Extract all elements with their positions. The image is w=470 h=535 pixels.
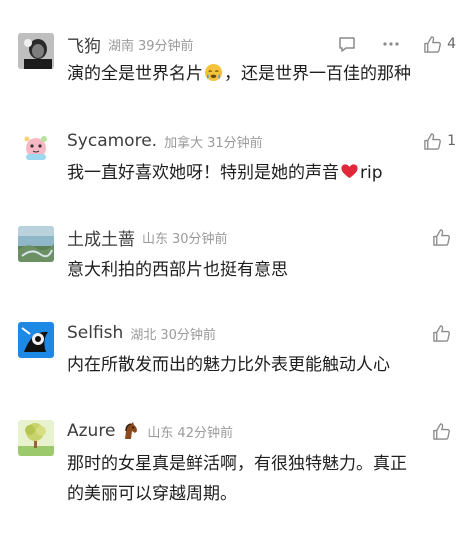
user-region: 湖南 <box>108 38 135 54</box>
thumbs-up-icon <box>433 422 450 440</box>
user-region: 湖北 <box>130 327 157 343</box>
user-name[interactable]: Azure <box>67 421 115 441</box>
speech-bubble-icon <box>339 37 355 52</box>
comment-time: 42分钟前 <box>177 425 233 441</box>
thumbs-up-icon <box>433 324 450 342</box>
comment-text-line: 那时的女星真是鲜活啊，有很独特魅力。真正 <box>67 454 407 474</box>
thumbs-up-icon <box>433 228 450 246</box>
like-count: 1 <box>447 133 456 149</box>
comment-text: 那时的女星真是鲜活啊，有很独特魅力。真正 的美丽可以穿越周期。 <box>67 449 457 509</box>
user-region: 山东 <box>142 231 169 247</box>
like-button[interactable] <box>432 324 456 343</box>
like-count: 4 <box>447 36 456 52</box>
user-region: 加拿大 <box>164 135 204 151</box>
crying-face-icon <box>204 63 223 82</box>
comment-text-part: 我一直好喜欢她呀！特别是她的声音 <box>67 163 339 183</box>
horse-icon <box>125 422 138 439</box>
comment-actions <box>432 420 456 442</box>
comment-time: 39分钟前 <box>138 38 194 54</box>
comment-actions: 4 <box>337 33 456 55</box>
like-button[interactable]: 1 <box>423 132 456 151</box>
ellipsis-icon <box>383 42 399 46</box>
comment-time: 30分钟前 <box>160 327 216 343</box>
comment-list: 飞狗 湖南 39分钟前 4 演的全是世界名片 ，还是世界一百佳的那种 Sycam… <box>0 0 470 535</box>
thumbs-up-icon <box>424 132 442 150</box>
user-name[interactable]: 飞狗 <box>67 32 101 57</box>
avatar[interactable] <box>18 420 54 456</box>
user-region: 山东 <box>147 425 174 441</box>
avatar[interactable] <box>18 226 54 262</box>
comment-text-part: 演的全是世界名片 <box>67 64 203 84</box>
comment-text-part: ，还是世界一百佳的那种 <box>224 64 411 84</box>
like-button[interactable] <box>432 422 456 441</box>
comment-actions: 1 <box>423 130 456 152</box>
user-name[interactable]: Sycamore. <box>67 131 157 151</box>
comment-time: 30分钟前 <box>172 231 228 247</box>
avatar[interactable] <box>18 33 54 69</box>
more-button[interactable] <box>381 34 401 54</box>
comment-time: 31分钟前 <box>207 135 263 151</box>
like-button[interactable]: 4 <box>423 35 456 54</box>
comment-text: 内在所散发而出的魅力比外表更能触动人心 <box>67 355 390 375</box>
comment-text-part: rip <box>360 163 383 183</box>
user-name[interactable]: Selfish <box>67 323 123 343</box>
thumbs-up-icon <box>424 35 442 53</box>
avatar[interactable] <box>18 322 54 358</box>
comment-text: 我一直好喜欢她呀！特别是她的声音 rip <box>67 158 457 188</box>
user-name[interactable]: 土成土蔷 <box>67 225 135 250</box>
comment-actions <box>432 226 456 248</box>
like-button[interactable] <box>432 228 456 247</box>
reply-button[interactable] <box>337 34 357 54</box>
avatar[interactable] <box>18 130 54 166</box>
comment-actions <box>432 322 456 344</box>
comment-text: 意大利拍的西部片也挺有意思 <box>67 260 288 280</box>
red-heart-icon <box>341 164 358 179</box>
comment-text-line: 的美丽可以穿越周期。 <box>67 484 237 504</box>
comment-text: 演的全是世界名片 ，还是世界一百佳的那种 <box>67 59 457 89</box>
